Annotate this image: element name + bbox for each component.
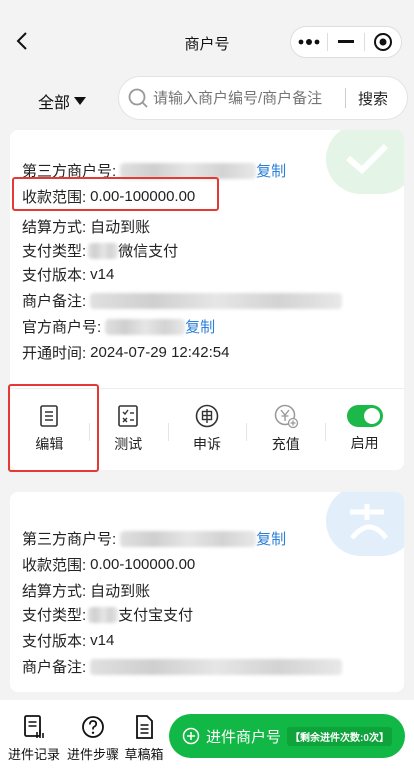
filter-dropdown[interactable]: 全部 xyxy=(38,89,87,113)
redacted-value xyxy=(90,658,343,675)
redacted-value xyxy=(88,606,119,623)
version-value: v14 xyxy=(90,632,115,649)
version-label: 支付版本: xyxy=(22,633,87,650)
search-box: 搜索 xyxy=(118,76,408,120)
drafts-label: 草稿箱 xyxy=(124,747,164,762)
close-button[interactable] xyxy=(365,27,401,57)
settlement-row: 结算方式: 自动到账 xyxy=(22,580,150,601)
edit-highlight-box xyxy=(8,384,99,472)
range-value: 0.00-100000.00 xyxy=(90,556,196,573)
paytype-value: 支付宝支付 xyxy=(118,607,194,624)
collection-range-row: 收款范围: 0.00-100000.00 xyxy=(22,554,195,575)
third-party-merchant-row: 第三方商户号: 复制 xyxy=(22,528,286,549)
plus-circle-icon xyxy=(182,727,200,745)
nav-bar: 商户号 xyxy=(0,0,414,84)
records-label: 进件记录 xyxy=(7,747,60,762)
paytype-value: 微信支付 xyxy=(118,243,179,260)
drafts-icon xyxy=(136,715,153,739)
records-button[interactable]: 进件记录 xyxy=(4,714,64,764)
more-dots-icon xyxy=(298,39,320,45)
version-value: v14 xyxy=(90,266,115,283)
target-close-icon xyxy=(374,33,392,51)
search-button[interactable]: 搜索 xyxy=(358,88,388,109)
enable-toggle-item[interactable]: 启用 xyxy=(325,389,404,468)
pay-type-row: 支付类型: 微信支付 xyxy=(22,240,178,261)
copy-link[interactable]: 复制 xyxy=(256,160,286,181)
pay-type-row: 支付类型: 支付宝支付 xyxy=(22,604,193,625)
version-label: 支付版本: xyxy=(22,267,87,284)
recharge-button[interactable]: 充值 xyxy=(246,389,325,468)
redacted-value xyxy=(90,292,343,309)
onboard-label: 进件商户号 xyxy=(206,728,282,746)
third-party-label: 第三方商户号: xyxy=(22,531,117,548)
remark-row: 商户备注: xyxy=(22,656,343,677)
help-circle-icon xyxy=(82,716,104,738)
checklist-icon xyxy=(118,405,138,427)
pay-version-row: 支付版本: v14 xyxy=(22,630,114,651)
redacted-value xyxy=(88,242,119,259)
records-icon xyxy=(24,715,44,738)
recharge-label: 充值 xyxy=(271,436,300,452)
official-label: 官方商户号: xyxy=(22,319,102,336)
enable-label: 启用 xyxy=(350,434,379,451)
search-divider xyxy=(345,88,346,108)
test-label: 测试 xyxy=(114,436,143,452)
copy-link[interactable]: 复制 xyxy=(256,528,286,549)
copy-link[interactable]: 复制 xyxy=(185,316,215,337)
filter-label: 全部 xyxy=(38,95,71,112)
settle-value: 自动到账 xyxy=(90,219,151,236)
search-icon xyxy=(128,88,148,108)
settle-label: 结算方式: xyxy=(22,583,87,600)
official-merchant-row: 官方商户号: 复制 xyxy=(22,316,215,337)
range-highlight-box xyxy=(12,177,219,211)
merchant-card: 第三方商户号: 复制 收款范围: 0.00-100000.00 结算方式: 自动… xyxy=(10,492,404,692)
drafts-button[interactable]: 草稿箱 xyxy=(114,714,174,764)
alipay-watermark-icon xyxy=(326,492,404,556)
bottom-bar: 进件记录 进件步骤 草稿箱 进件商户号 【剩余进件次数:0次】 xyxy=(0,700,414,780)
settle-label: 结算方式: xyxy=(22,219,87,236)
settle-value: 自动到账 xyxy=(90,583,151,600)
opened-value: 2024-07-29 12:42:54 xyxy=(90,344,230,361)
remark-label: 商户备注: xyxy=(22,293,87,310)
remark-row: 商户备注: xyxy=(22,290,343,311)
opened-label: 开通时间: xyxy=(22,345,87,362)
minimize-button[interactable] xyxy=(328,27,364,57)
more-button[interactable] xyxy=(291,27,327,57)
settlement-row: 结算方式: 自动到账 xyxy=(22,216,150,237)
yen-recharge-icon xyxy=(274,404,298,429)
test-button[interactable]: 测试 xyxy=(88,389,168,468)
enable-switch[interactable] xyxy=(346,404,383,427)
minimize-icon xyxy=(338,40,354,43)
appeal-button[interactable]: 申诉 xyxy=(167,389,247,468)
remark-label: 商户备注: xyxy=(22,659,87,676)
mini-program-capsule xyxy=(290,26,402,58)
caret-down-icon xyxy=(74,97,87,105)
paytype-label: 支付类型: xyxy=(22,243,87,260)
redacted-value xyxy=(105,318,186,335)
pay-version-row: 支付版本: v14 xyxy=(22,264,114,285)
wechat-watermark-icon xyxy=(326,130,404,194)
opened-time-row: 开通时间: 2024-07-29 12:42:54 xyxy=(22,342,229,363)
onboard-merchant-button[interactable]: 进件商户号 【剩余进件次数:0次】 xyxy=(169,714,405,758)
steps-label: 进件步骤 xyxy=(66,747,119,762)
redacted-value xyxy=(120,530,257,547)
paytype-label: 支付类型: xyxy=(22,607,87,624)
search-input[interactable] xyxy=(153,89,343,107)
range-label: 收款范围: xyxy=(22,557,87,574)
appeal-icon xyxy=(195,404,219,428)
appeal-label: 申诉 xyxy=(192,436,221,452)
remaining-count: 【剩余进件次数:0次】 xyxy=(287,726,392,746)
